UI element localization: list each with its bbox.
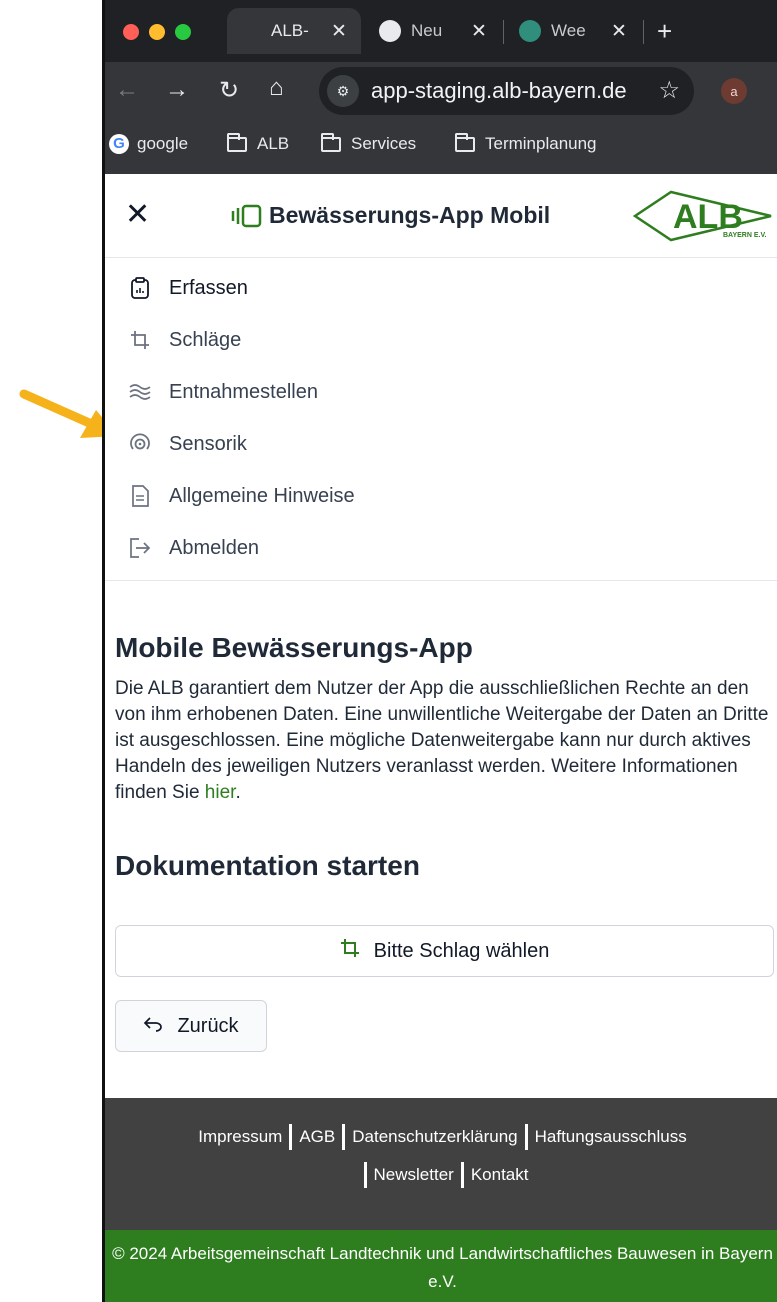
close-menu-icon[interactable]: ✕: [125, 200, 150, 230]
chrome-icon: [379, 20, 401, 42]
tab-title: Neu: [411, 21, 443, 40]
folder-icon: [455, 132, 475, 152]
site-settings-icon[interactable]: ⚙: [327, 75, 359, 107]
bookmark-star-icon[interactable]: ☆: [658, 76, 680, 105]
footer-link-kontakt[interactable]: Kontakt: [471, 1165, 529, 1185]
menu-item-abmelden[interactable]: Abmelden: [105, 522, 777, 574]
intro-end: .: [235, 782, 241, 803]
bookmark-services[interactable]: Services: [321, 132, 417, 154]
bookmark-google[interactable]: G google: [109, 134, 188, 154]
sensor-icon: [129, 433, 151, 455]
menu-label: Allgemeine Hinweise: [169, 484, 355, 507]
tab-close-icon[interactable]: ✕: [611, 20, 627, 43]
menu-item-entnahmestellen[interactable]: Entnahmestellen: [105, 366, 777, 418]
menu-item-sensorik[interactable]: Sensorik: [105, 418, 777, 470]
footer-links: Impressum AGB Datenschutzerklärung Haftu…: [105, 1098, 777, 1230]
divider: [363, 1162, 367, 1188]
tab-bar: ALB- ✕ Neu ✕ Wee ✕ +: [105, 0, 777, 62]
tab-wee[interactable]: Wee ✕: [519, 8, 649, 54]
forward-arrow-icon[interactable]: →: [165, 76, 189, 104]
bookmark-label: Services: [351, 134, 417, 153]
bookmark-alb[interactable]: ALB: [227, 132, 290, 154]
waves-icon: [129, 381, 151, 403]
bookmark-terminplanung[interactable]: Terminplanung: [455, 132, 597, 154]
menu-label: Abmelden: [169, 536, 260, 559]
choose-plot-button[interactable]: Bitte Schlag wählen: [115, 925, 774, 977]
url-field[interactable]: ⚙ app-staging.alb-bayern.de ☆: [319, 67, 694, 115]
undo-arrow-icon: [143, 1015, 163, 1038]
menu-item-allgemeine-hinweise[interactable]: Allgemeine Hinweise: [105, 470, 777, 522]
clipboard-icon: [129, 277, 151, 299]
profile-avatar[interactable]: a: [721, 78, 747, 104]
tab-alb[interactable]: ALB- ✕: [227, 8, 361, 54]
menu-label: Sensorik: [169, 432, 247, 455]
intro-text: Die ALB garantiert dem Nutzer der App di…: [115, 676, 775, 806]
footer-copyright: © 2024 Arbeitsgemeinschaft Landtechnik u…: [105, 1230, 777, 1302]
menu-label: Erfassen: [169, 276, 248, 299]
app-title-text: Bewässerungs-App Mobil: [269, 202, 551, 228]
tab-neu[interactable]: Neu ✕: [379, 8, 509, 54]
footer-link-datenschutz[interactable]: Datenschutzerklärung: [352, 1127, 517, 1147]
bookmarks-bar: G google ALB Services Terminplanung: [105, 118, 777, 174]
address-bar-row: ← → ↻ ⌂ ⚙ app-staging.alb-bayern.de ☆ a: [105, 62, 777, 118]
logo-subtext: BAYERN E.V.: [723, 232, 767, 239]
tab-close-icon[interactable]: ✕: [331, 20, 347, 43]
nav-menu: Erfassen Schläge Entnahmestellen Sensori…: [105, 262, 777, 581]
window-close-dot[interactable]: [123, 24, 139, 40]
back-label: Zurück: [177, 1014, 239, 1037]
footer-link-impressum[interactable]: Impressum: [198, 1127, 282, 1147]
folder-icon: [227, 132, 247, 152]
menu-label: Schläge: [169, 328, 242, 351]
logout-icon: [129, 537, 151, 559]
choose-plot-label: Bitte Schlag wählen: [373, 939, 550, 962]
tab-title: Wee: [551, 21, 586, 40]
footer-link-newsletter[interactable]: Newsletter: [374, 1165, 454, 1185]
window-minimize-dot[interactable]: [149, 24, 165, 40]
divider: [524, 1124, 528, 1150]
app-header: ✕ Bewässerungs-App Mobil ALB BAYERN E.V.: [105, 174, 777, 258]
logo-text: ALB: [673, 198, 743, 236]
menu-label: Entnahmestellen: [169, 380, 318, 403]
menu-item-schlaege[interactable]: Schläge: [105, 314, 777, 366]
divider: [342, 1124, 346, 1150]
tab-close-icon[interactable]: ✕: [471, 20, 487, 43]
crop-icon: [129, 329, 151, 351]
bookmark-label: ALB: [257, 134, 290, 153]
phone-app-icon: [231, 204, 262, 227]
bookmark-label: google: [137, 134, 189, 153]
menu-item-erfassen[interactable]: Erfassen: [105, 262, 777, 314]
home-icon[interactable]: ⌂: [269, 74, 284, 102]
alb-logo[interactable]: ALB BAYERN E.V.: [631, 188, 776, 244]
footer-link-haftungsausschluss[interactable]: Haftungsausschluss: [535, 1127, 687, 1147]
url-text: app-staging.alb-bayern.de: [371, 78, 627, 103]
app-title: Bewässerungs-App Mobil: [231, 202, 550, 229]
back-button[interactable]: Zurück: [115, 1000, 267, 1052]
folder-icon: [321, 132, 341, 152]
back-arrow-icon[interactable]: ←: [115, 76, 139, 104]
section-title: Dokumentation starten: [115, 850, 420, 881]
info-link[interactable]: hier: [205, 782, 236, 803]
globe-icon: [519, 20, 541, 42]
crop-icon: [340, 938, 360, 964]
footer-link-agb[interactable]: AGB: [299, 1127, 335, 1147]
divider: [289, 1124, 293, 1150]
bookmark-label: Terminplanung: [485, 134, 597, 153]
divider: [460, 1162, 464, 1188]
browser-window: ALB- ✕ Neu ✕ Wee ✕ + ← → ↻ ⌂ ⚙ app-stagi…: [102, 0, 777, 1302]
new-tab-button[interactable]: +: [657, 8, 672, 54]
document-icon: [129, 485, 151, 507]
main-content: Mobile Bewässerungs-App Die ALB garantie…: [115, 632, 775, 882]
page-title: Mobile Bewässerungs-App: [115, 632, 473, 663]
google-icon: G: [109, 134, 129, 154]
tab-title: ALB-: [271, 21, 309, 40]
window-zoom-dot[interactable]: [175, 24, 191, 40]
reload-icon[interactable]: ↻: [219, 76, 239, 105]
